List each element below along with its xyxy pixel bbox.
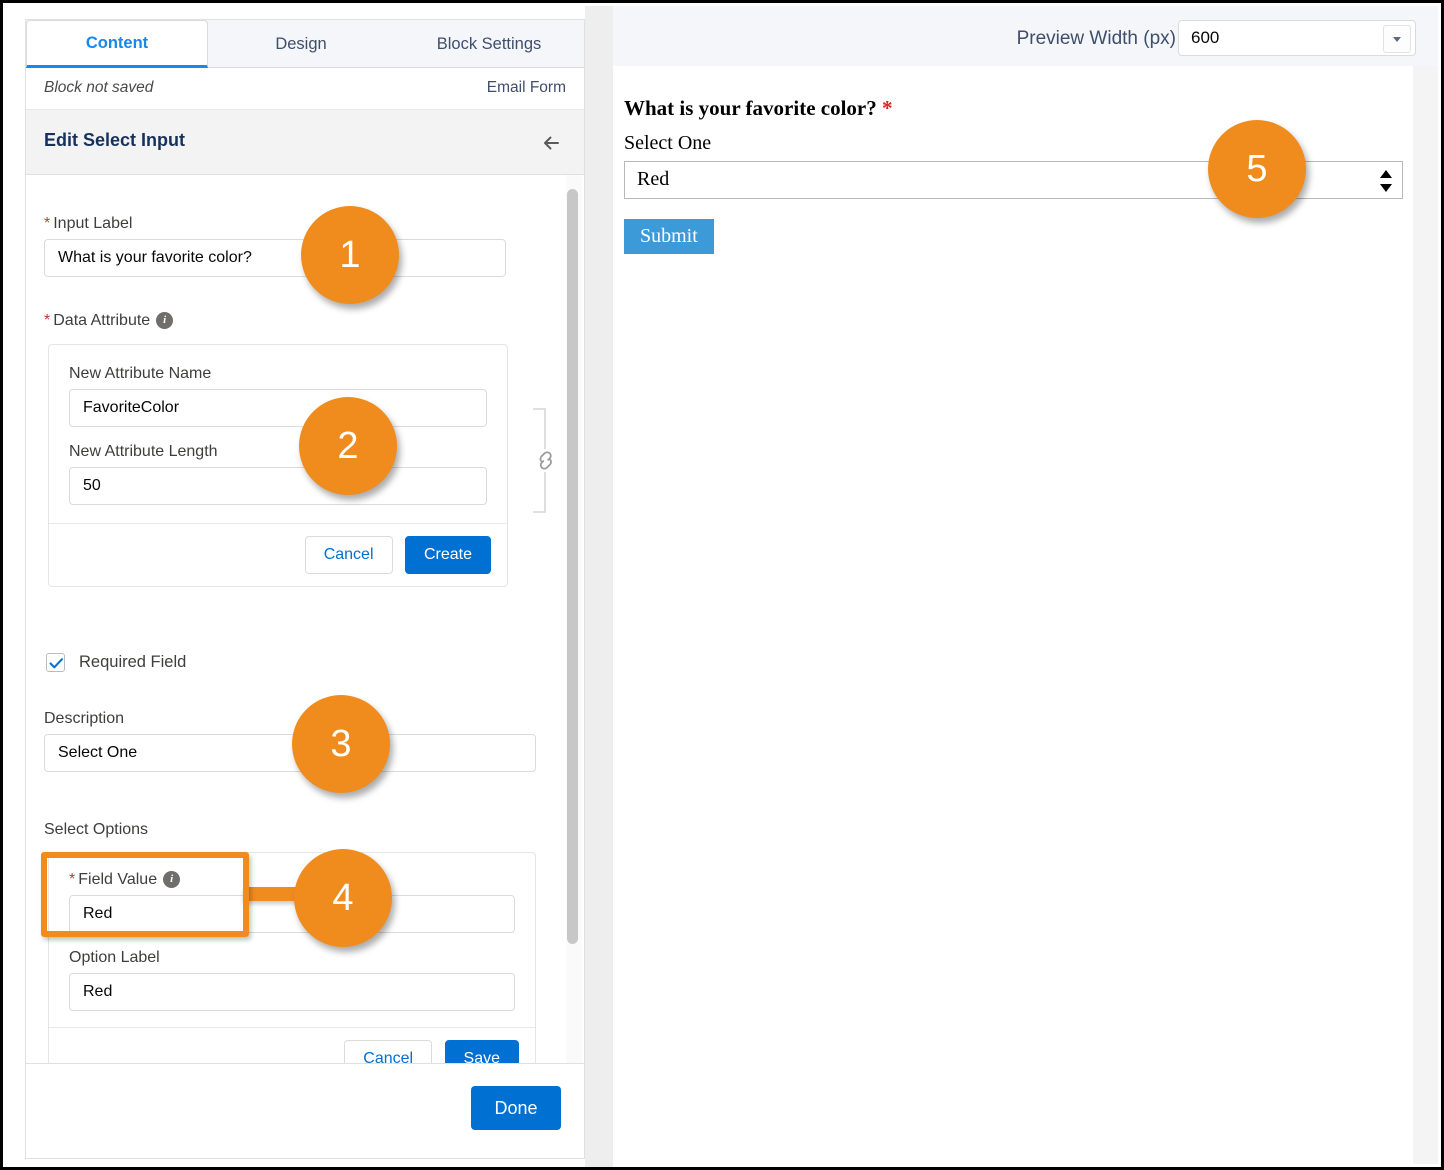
select-options-section-label: Select Options (44, 821, 149, 838)
data-attribute-card: New Attribute Name New Attribute Length … (48, 344, 508, 587)
new-attribute-length-group: New Attribute Length (69, 443, 487, 505)
callout-badge-1-number: 1 (339, 233, 361, 276)
data-attribute-field-group: * Data Attribute i (44, 312, 506, 336)
input-label-label: * Input Label (44, 215, 133, 232)
preview-required-asterisk: * (882, 96, 893, 120)
data-attribute-label: * Data Attribute i (44, 312, 506, 330)
callout-badge-5-number: 5 (1246, 147, 1268, 190)
arrow-left-icon[interactable] (538, 128, 568, 158)
cancel-attribute-button[interactable]: Cancel (304, 536, 393, 574)
link-chain-icon (531, 403, 561, 518)
callout-badge-4-number: 4 (332, 876, 354, 919)
preview-width-input[interactable] (1179, 21, 1379, 55)
preview-description: Select One (624, 132, 712, 154)
tab-design[interactable]: Design (208, 20, 394, 68)
description-field-group: Description (44, 710, 536, 772)
input-label-input[interactable] (44, 239, 506, 277)
callout-badge-5: 5 (1208, 120, 1306, 218)
required-asterisk: * (69, 871, 76, 888)
callout-badge-3-number: 3 (330, 722, 352, 765)
description-input[interactable] (44, 734, 536, 772)
tab-block-settings-label: Block Settings (436, 34, 542, 53)
tab-block-settings[interactable]: Block Settings (394, 20, 584, 68)
new-attribute-length-input[interactable] (69, 467, 487, 505)
new-attribute-name-group: New Attribute Name (69, 365, 487, 427)
tab-content-label: Content (85, 33, 149, 52)
chevron-down-icon[interactable] (1383, 25, 1411, 53)
block-editor-panel: Content Design Block Settings Block not … (25, 19, 585, 1159)
data-attribute-card-actions: Cancel Create (49, 523, 507, 586)
option-label-label: Option Label (69, 949, 160, 966)
preview-toolbar: Preview Width (px) (613, 6, 1438, 66)
page-title: Edit Select Input (44, 130, 186, 150)
field-value-group: * Field Value i (69, 871, 515, 933)
new-attribute-name-input[interactable] (69, 389, 487, 427)
preview-area: Preview Width (px) What is your favorite… (613, 6, 1438, 1164)
app-window: Content Design Block Settings Block not … (0, 0, 1444, 1170)
panel-divider (585, 6, 613, 1167)
preview-width-label: Preview Width (px) (1016, 28, 1176, 49)
done-button[interactable]: Done (471, 1086, 561, 1130)
editor-scrollbar-thumb[interactable] (567, 189, 578, 944)
block-status-bar: Block not saved Email Form (26, 68, 584, 110)
required-asterisk: * (44, 215, 51, 232)
spinner-arrows-icon (1378, 169, 1394, 193)
new-attribute-length-label: New Attribute Length (69, 443, 218, 460)
description-label: Description (44, 710, 125, 727)
info-icon[interactable]: i (163, 871, 181, 889)
option-label-input[interactable] (69, 973, 515, 1011)
required-field-checkbox-row[interactable]: Required Field (46, 653, 186, 672)
callout-badge-3: 3 (292, 695, 390, 793)
info-icon[interactable]: i (156, 312, 174, 330)
callout-badge-2: 2 (299, 397, 397, 495)
editor-form-body: *Input Label *Data Attributei (26, 175, 584, 1115)
email-form-preview: What is your favorite color? * Select On… (613, 66, 1413, 1164)
editor-scrollbar-track[interactable] (566, 175, 582, 1115)
preview-selected-value: Red (637, 168, 670, 190)
block-save-status: Block not saved (44, 79, 154, 96)
option-label-group: Option Label (69, 949, 515, 1011)
callout-badge-2-number: 2 (337, 424, 359, 467)
required-field-checkbox[interactable] (46, 653, 65, 672)
callout-badge-1: 1 (301, 206, 399, 304)
preview-submit-button[interactable]: Submit (624, 219, 714, 254)
preview-question-label: What is your favorite color? * (624, 96, 893, 120)
required-asterisk: * (44, 312, 51, 329)
block-name-label: Email Form (486, 79, 566, 96)
callout-badge-4: 4 (294, 849, 392, 947)
preview-width-combobox[interactable] (1178, 20, 1416, 56)
input-label-field-group: * Input Label (44, 215, 506, 277)
editor-header: Edit Select Input (26, 110, 584, 175)
editor-footer: Done (26, 1063, 584, 1158)
tab-content[interactable]: Content (26, 20, 208, 68)
create-attribute-button[interactable]: Create (404, 536, 491, 574)
editor-tabs: Content Design Block Settings (26, 20, 584, 68)
new-attribute-name-label: New Attribute Name (69, 365, 212, 382)
required-field-label: Required Field (79, 653, 187, 671)
tab-design-label: Design (275, 34, 327, 53)
